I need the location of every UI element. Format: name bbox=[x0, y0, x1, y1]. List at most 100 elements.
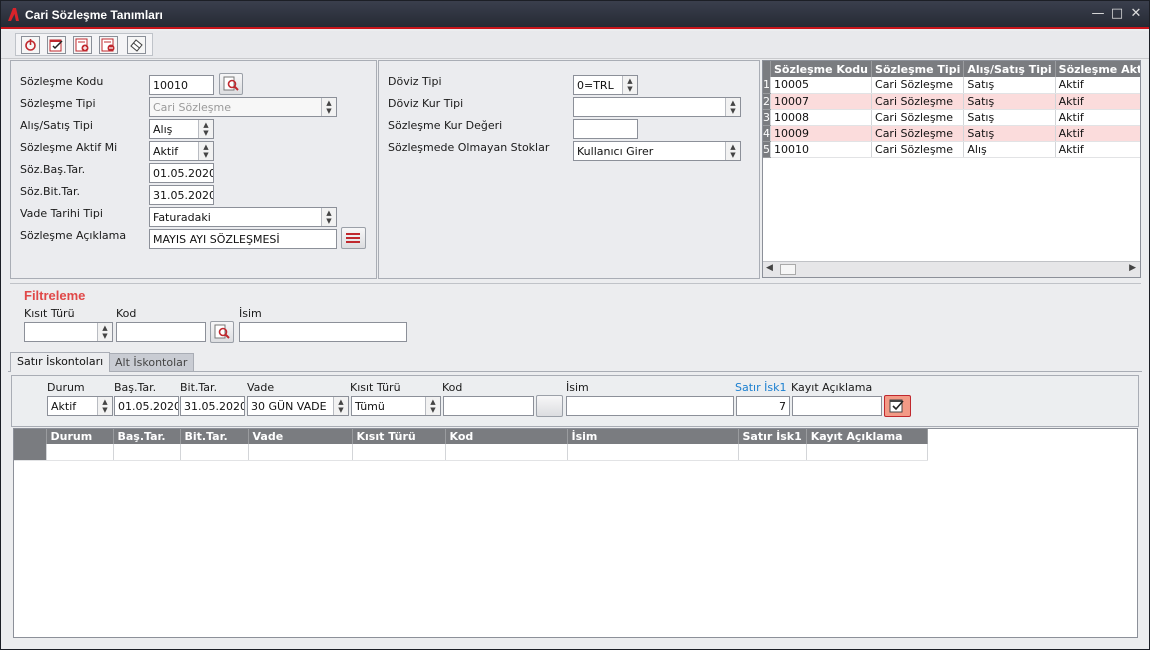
spin-arrows-icon: ▲ ▼ bbox=[725, 142, 740, 160]
column-header[interactable]: Durum bbox=[46, 429, 114, 444]
aciklama-menu-button[interactable] bbox=[341, 227, 366, 249]
bit-tar-input[interactable]: 31.05.2020 bbox=[149, 185, 214, 205]
doviz-kur-tipi-label: Döviz Kur Tipi bbox=[388, 97, 464, 110]
aktif-mi-label: Sözleşme Aktif Mi bbox=[20, 141, 118, 154]
entry-kayit-input[interactable] bbox=[792, 396, 882, 416]
cell-alis-satis: Satış bbox=[963, 77, 1056, 94]
cell-kod: 10005 bbox=[770, 77, 873, 94]
entry-kisit-value: Tümü bbox=[355, 400, 385, 413]
sozlesme-tipi-select[interactable]: Cari Sözleşme ▲ ▼ bbox=[149, 97, 337, 117]
filter-isim-input[interactable] bbox=[239, 322, 407, 342]
entry-kisit-label: Kısıt Türü bbox=[350, 381, 401, 394]
entry-vade-select[interactable]: 30 GÜN VADE ▲ ▼ bbox=[247, 396, 349, 416]
currency-panel: Döviz Tipi 0=TRL ▲ ▼ Döviz Kur Tipi ▲ ▼ Söz… bbox=[378, 60, 760, 279]
cell-bas bbox=[113, 444, 181, 461]
column-header[interactable]: İsim bbox=[567, 429, 739, 444]
cell-aktif: Aktif bbox=[1055, 125, 1140, 142]
row-number bbox=[14, 444, 47, 461]
close-icon[interactable]: ✕ bbox=[1128, 6, 1144, 22]
alis-satis-tipi-select[interactable]: Alış ▲ ▼ bbox=[149, 119, 214, 139]
entry-save-button[interactable] bbox=[884, 395, 911, 417]
column-header[interactable]: Kısıt Türü bbox=[352, 429, 446, 444]
main-window: Cari Sözleşme Tanımları — □ ✕ Sözleşme K… bbox=[0, 0, 1150, 650]
entry-kisit-select[interactable]: Tümü ▲ ▼ bbox=[351, 396, 441, 416]
cell-durum bbox=[46, 444, 114, 461]
filter-kod-input[interactable] bbox=[116, 322, 206, 342]
bas-tar-input[interactable]: 01.05.2020 bbox=[149, 163, 214, 183]
power-button[interactable] bbox=[21, 36, 40, 54]
column-header[interactable]: Kod bbox=[445, 429, 568, 444]
scroll-right-icon[interactable]: ▶ bbox=[1129, 263, 1136, 273]
table-row[interactable]: 4 10009 Cari Sözleşme Satış Aktif bbox=[763, 125, 1140, 142]
save-button[interactable] bbox=[47, 36, 66, 54]
discount-detail-grid[interactable]: Durum Baş.Tar. Bit.Tar. Vade Kısıt Türü … bbox=[13, 428, 1138, 638]
bit-tar-label: Söz.Bit.Tar. bbox=[20, 185, 81, 198]
title-bar: Cari Sözleşme Tanımları — □ ✕ bbox=[1, 1, 1149, 29]
table-row[interactable]: 1 10005 Cari Sözleşme Satış Aktif bbox=[763, 77, 1140, 94]
cell-kod: 10007 bbox=[770, 93, 873, 110]
contract-form-panel: Sözleşme Kodu 10010 Sözleşme Tipi Cari S… bbox=[10, 60, 377, 279]
kur-degeri-input[interactable] bbox=[573, 119, 638, 139]
delete-button[interactable] bbox=[99, 36, 118, 54]
tab-alt-iskontolar[interactable]: Alt İskontolar bbox=[108, 353, 195, 372]
table-row[interactable] bbox=[14, 444, 928, 461]
add-button[interactable] bbox=[73, 36, 92, 54]
table-row[interactable]: 3 10008 Cari Sözleşme Satış Aktif bbox=[763, 109, 1140, 126]
doviz-tipi-select[interactable]: 0=TRL ▲ ▼ bbox=[573, 75, 638, 95]
entry-kod-input[interactable] bbox=[443, 396, 534, 416]
column-header[interactable]: Bit.Tar. bbox=[180, 429, 249, 444]
entry-isim-label: İsim bbox=[566, 381, 589, 394]
table-row[interactable]: 5 10010 Cari Sözleşme Alış Aktif bbox=[763, 141, 1140, 158]
app-logo-icon bbox=[8, 8, 19, 21]
cell-kod: 10009 bbox=[770, 125, 873, 142]
maximize-icon[interactable]: □ bbox=[1109, 6, 1125, 22]
column-header[interactable]: Sözleşme Aktif M bbox=[1055, 61, 1140, 77]
entry-bas-input[interactable]: 01.05.2020 bbox=[114, 396, 179, 416]
tab-satir-iskontolari[interactable]: Satır İskontoları bbox=[10, 352, 111, 372]
column-header[interactable]: Sözleşme Kodu bbox=[770, 61, 873, 77]
doviz-kur-tipi-select[interactable]: ▲ ▼ bbox=[573, 97, 741, 117]
list-menu-icon bbox=[346, 233, 360, 243]
kur-degeri-label: Sözleşme Kur Değeri bbox=[388, 119, 503, 132]
entry-lookup-button[interactable] bbox=[536, 395, 563, 417]
eraser-button[interactable] bbox=[127, 36, 146, 54]
column-header[interactable]: Sözleşme Tipi bbox=[871, 61, 965, 77]
column-header[interactable]: Alış/Satış Tipi bbox=[963, 61, 1056, 77]
sozlesme-kodu-input[interactable]: 10010 bbox=[149, 75, 214, 95]
vade-tarihi-tipi-select[interactable]: Faturadaki ▲ ▼ bbox=[149, 207, 337, 227]
scroll-thumb[interactable] bbox=[780, 264, 796, 275]
cell-tip: Cari Sözleşme bbox=[871, 77, 965, 94]
filter-search-button[interactable] bbox=[210, 321, 234, 343]
minimize-icon[interactable]: — bbox=[1090, 6, 1106, 22]
search-code-button[interactable] bbox=[219, 73, 243, 95]
column-header[interactable]: Satır İsk1 bbox=[738, 429, 807, 444]
save-check-icon bbox=[49, 39, 63, 52]
power-icon bbox=[25, 39, 36, 51]
spin-arrows-icon: ▲ ▼ bbox=[321, 208, 336, 226]
entry-kayit-label: Kayıt Açıklama bbox=[791, 381, 873, 394]
entry-durum-select[interactable]: Aktif ▲ ▼ bbox=[47, 396, 113, 416]
sozlesme-tipi-label: Sözleşme Tipi bbox=[20, 97, 96, 110]
aktif-mi-select[interactable]: Aktif ▲ ▼ bbox=[149, 141, 214, 161]
column-header[interactable]: Baş.Tar. bbox=[113, 429, 181, 444]
cell-alis-satis: Satış bbox=[963, 93, 1056, 110]
entry-isim-input[interactable] bbox=[566, 396, 734, 416]
contract-list-grid[interactable]: Sözleşme Kodu Sözleşme Tipi Alış/Satış T… bbox=[762, 60, 1141, 278]
discount-detail-table: Durum Baş.Tar. Bit.Tar. Vade Kısıt Türü … bbox=[14, 429, 928, 461]
cell-aktif: Aktif bbox=[1055, 77, 1140, 94]
entry-bit-input[interactable]: 31.05.2020 bbox=[180, 396, 245, 416]
aciklama-input[interactable]: MAYIS AYI SÖZLEŞMESİ bbox=[149, 229, 337, 249]
column-header[interactable]: Kayıt Açıklama bbox=[806, 429, 928, 444]
olmayan-stoklar-select[interactable]: Kullanıcı Girer ▲ ▼ bbox=[573, 141, 741, 161]
horizontal-scrollbar[interactable]: ◀ ▶ bbox=[763, 261, 1140, 277]
row-number: 5 bbox=[763, 141, 771, 158]
sozlesme-tipi-value: Cari Sözleşme bbox=[153, 101, 232, 114]
entry-isk1-input[interactable]: 7 bbox=[736, 396, 790, 416]
kisit-turu-label: Kısıt Türü bbox=[24, 307, 75, 320]
column-header[interactable]: Vade bbox=[248, 429, 353, 444]
bas-tar-label: Söz.Baş.Tar. bbox=[20, 163, 86, 176]
scroll-left-icon[interactable]: ◀ bbox=[766, 263, 773, 273]
filter-kisit-turu-select[interactable]: ▲ ▼ bbox=[24, 322, 113, 342]
table-row[interactable]: 2 10007 Cari Sözleşme Satış Aktif bbox=[763, 93, 1140, 110]
eraser-icon bbox=[130, 39, 143, 52]
